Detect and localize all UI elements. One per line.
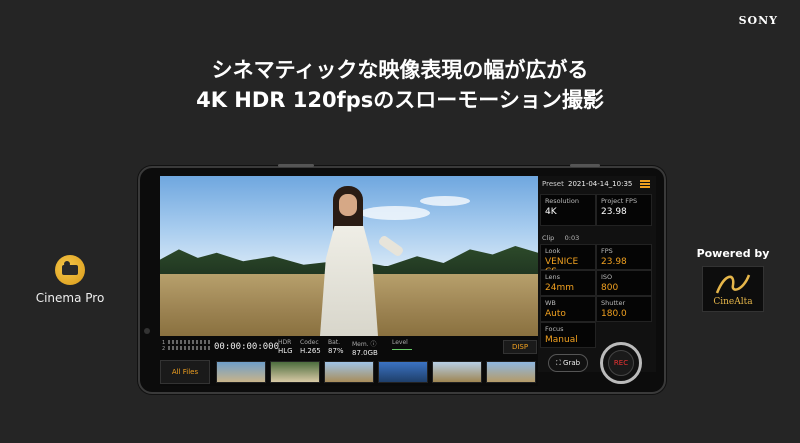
setting-iso[interactable]: ISO 800 [596, 270, 652, 296]
memory-info: Mem. ⓘ 87.0GB [352, 339, 378, 357]
setting-label: Project FPS [601, 197, 638, 205]
setting-shutter[interactable]: Shutter 180.0 [596, 296, 652, 322]
record-button[interactable]: REC [600, 342, 642, 384]
codec-value: H.265 [300, 347, 321, 355]
clip-value: 0:03 [564, 234, 580, 242]
setting-label: Resolution [545, 197, 579, 205]
headline: シネマティックな映像表現の幅が広がる 4K HDR 120fpsのスローモーショ… [0, 55, 800, 115]
clip-thumbnail[interactable] [270, 361, 320, 383]
clip-label: Clip [542, 234, 555, 242]
cinealta-text: CineAlta [713, 297, 753, 307]
powered-by-label: Powered by [696, 247, 770, 260]
hdr-value: HLG [278, 347, 293, 355]
cinealta-logo: CineAlta [702, 266, 764, 312]
sony-logo: SONY [738, 14, 778, 27]
clip-thumbnail[interactable] [324, 361, 374, 383]
disp-button[interactable]: DISP [503, 340, 537, 354]
setting-project-fps[interactable]: Project FPS 23.98 [596, 194, 652, 226]
setting-label: Look [545, 247, 561, 255]
memory-label: Mem. ⓘ [352, 341, 377, 348]
battery-value: 87% [328, 347, 344, 355]
meter-channel-label: 2 [162, 346, 166, 352]
setting-look[interactable]: Look VENICE CS [540, 244, 596, 277]
setting-value: 24mm [545, 283, 574, 293]
status-bar: 1 2 00:00:00:000 HDR HLG Codec H.265 Bat… [160, 336, 538, 386]
clip-thumbnail[interactable] [432, 361, 482, 383]
grab-button[interactable]: ⛶ Grab [548, 354, 588, 372]
codec-label: Codec [300, 339, 319, 346]
memory-value: 87.0GB [352, 349, 378, 357]
settings-panel: Preset 2021-04-14_10:35 Resolution 4K Pr… [538, 176, 656, 372]
battery-info: Bat. 87% [328, 339, 344, 355]
setting-resolution[interactable]: Resolution 4K [540, 194, 596, 226]
powered-by-block: Powered by CineAlta [688, 247, 778, 312]
timecode: 00:00:00:000 [214, 342, 280, 352]
clip-thumbnail[interactable] [378, 361, 428, 383]
preset-header[interactable]: Preset 2021-04-14_10:35 [538, 176, 656, 192]
cinema-pro-logo: Cinema Pro [30, 255, 110, 305]
level-info: Level [392, 339, 408, 346]
clip-thumbnail[interactable] [216, 361, 266, 383]
record-label: REC [608, 350, 634, 376]
setting-label: Lens [545, 273, 561, 281]
all-files-button[interactable]: All Files [160, 360, 210, 384]
setting-label: ISO [601, 273, 613, 281]
setting-label: Shutter [601, 299, 626, 307]
grab-label: Grab [563, 359, 581, 367]
level-indicator [392, 349, 412, 350]
cloud [420, 196, 470, 206]
setting-value: Manual [545, 335, 578, 345]
setting-fps[interactable]: FPS 23.98 [596, 244, 652, 270]
timestamp: 2021-04-14_10:35 [568, 180, 633, 188]
setting-label: Focus [545, 325, 564, 333]
setting-value: 800 [601, 283, 619, 293]
headline-line-2: 4K HDR 120fpsのスローモーション撮影 [196, 88, 604, 112]
setting-lens[interactable]: Lens 24mm [540, 270, 596, 296]
setting-value: 4K [545, 207, 557, 217]
clip-row: Clip 0:03 [542, 234, 579, 242]
viewfinder-subject [308, 186, 408, 336]
setting-value: Auto [545, 309, 566, 319]
battery-label: Bat. [328, 339, 341, 346]
audio-meter: 1 2 [162, 340, 210, 352]
phone-frame: Preset 2021-04-14_10:35 Resolution 4K Pr… [138, 164, 666, 394]
menu-icon[interactable] [640, 180, 650, 188]
setting-value: 180.0 [601, 309, 627, 319]
setting-focus[interactable]: Focus Manual [540, 322, 596, 348]
phone-side-button [278, 164, 314, 167]
preset-label: Preset [542, 180, 564, 188]
phone-side-button [570, 164, 600, 167]
hdr-label: HDR [278, 339, 292, 346]
setting-label: FPS [601, 247, 613, 255]
setting-wb[interactable]: WB Auto [540, 296, 596, 322]
cinema-pro-icon [55, 255, 85, 285]
camera-viewfinder[interactable] [160, 176, 538, 336]
front-camera [144, 328, 150, 334]
cinema-pro-name: Cinema Pro [35, 291, 105, 305]
hdr-info: HDR HLG [278, 339, 293, 355]
setting-value: 23.98 [601, 207, 627, 217]
setting-value: 23.98 [601, 257, 627, 267]
setting-label: WB [545, 299, 556, 307]
level-label: Level [392, 339, 408, 346]
cinealta-swoosh-icon [715, 274, 751, 294]
clip-thumbnail[interactable] [486, 361, 536, 383]
headline-line-1: シネマティックな映像表現の幅が広がる [211, 58, 589, 82]
codec-info: Codec H.265 [300, 339, 321, 355]
